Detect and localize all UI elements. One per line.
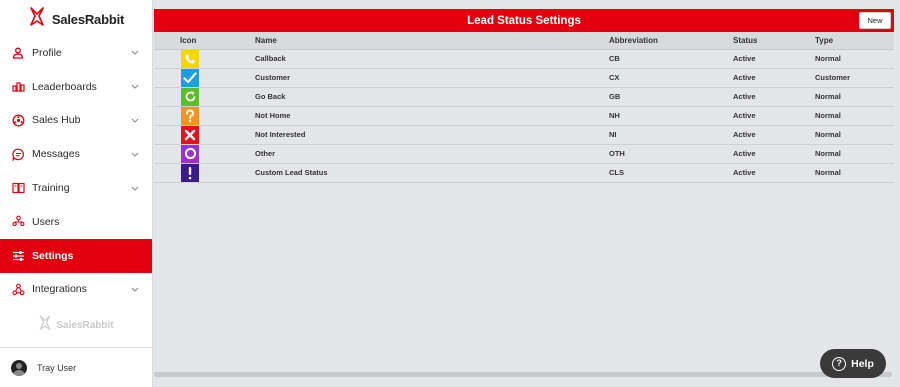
row-type: Normal: [786, 144, 894, 164]
table-row[interactable]: Other OTH Active Normal: [154, 144, 894, 164]
table-header-row: Icon Name Abbreviation Status Type: [154, 32, 894, 50]
sidebar-item-label: Sales Hub: [32, 114, 81, 127]
message-icon: [11, 147, 25, 161]
sidebar-item-training[interactable]: Training: [0, 171, 152, 205]
footer-logo-text: SalesRabbit: [56, 319, 114, 331]
brand-logo[interactable]: SalesRabbit: [0, 0, 152, 36]
title-bar: Lead Status Settings New: [154, 9, 894, 32]
brand-name: SalesRabbit: [51, 11, 125, 27]
footer-logo: SalesRabbit: [0, 306, 152, 344]
row-type: Normal: [786, 125, 894, 145]
lead-status-table: Icon Name Abbreviation Status Type Callb…: [154, 32, 894, 183]
sidebar-item-label: Settings: [32, 249, 74, 262]
row-abbreviation: CB: [581, 49, 705, 69]
chevron-down-icon: [130, 284, 140, 294]
chevron-down-icon: [130, 115, 140, 125]
sidebar-item-label: Users: [32, 215, 60, 228]
row-abbreviation: CLS: [581, 163, 705, 183]
checkmark-icon: [181, 68, 199, 87]
rabbit-logo-icon: [38, 315, 52, 336]
row-status: Active: [705, 49, 786, 69]
row-name: Not Interested: [226, 125, 581, 145]
integrations-icon: [11, 282, 25, 296]
row-name: Callback: [226, 49, 581, 69]
sidebar-item-label: Leaderboards: [32, 80, 97, 93]
users-icon: [11, 215, 25, 229]
training-icon: [11, 181, 25, 195]
question-mark-icon: [181, 106, 199, 125]
table-row[interactable]: Customer CX Active Customer: [154, 68, 894, 88]
row-type: Customer: [786, 68, 894, 88]
sidebar-item-messages[interactable]: Messages: [0, 137, 152, 171]
column-header-status[interactable]: Status: [705, 32, 786, 50]
refresh-icon: [181, 87, 199, 106]
chevron-down-icon: [130, 183, 140, 193]
row-abbreviation: NI: [581, 125, 705, 145]
avatar: [11, 359, 27, 376]
column-header-abbreviation[interactable]: Abbreviation: [581, 32, 705, 50]
row-abbreviation: NH: [581, 106, 705, 126]
table-row[interactable]: Go Back GB Active Normal: [154, 87, 894, 107]
sidebar: SalesRabbit Profile Leaderboards Sales H…: [0, 0, 153, 387]
new-button[interactable]: New: [859, 12, 891, 29]
settings-sliders-icon: [11, 249, 25, 263]
exclamation-icon: [181, 163, 199, 182]
x-icon: [181, 125, 199, 144]
sidebar-nav: Profile Leaderboards Sales Hub Messages: [0, 36, 152, 306]
table-row[interactable]: Not Interested NI Active Normal: [154, 125, 894, 145]
sidebar-item-users[interactable]: Users: [0, 205, 152, 239]
row-name: Customer: [226, 68, 581, 88]
sidebar-item-sales-hub[interactable]: Sales Hub: [0, 104, 152, 138]
row-abbreviation: CX: [581, 68, 705, 88]
main-content: Lead Status Settings New Icon Name Abbre…: [154, 9, 894, 379]
row-status: Active: [705, 125, 786, 145]
row-name: Not Home: [226, 106, 581, 126]
table-row[interactable]: Custom Lead Status CLS Active Normal: [154, 163, 894, 183]
chevron-down-icon: [130, 48, 140, 58]
row-status: Active: [705, 87, 786, 107]
row-name: Other: [226, 144, 581, 164]
row-status: Active: [705, 106, 786, 126]
question-circle-icon: ?: [832, 356, 847, 371]
page-title: Lead Status Settings: [467, 14, 581, 27]
row-type: Normal: [786, 87, 894, 107]
row-abbreviation: OTH: [581, 144, 705, 164]
help-button[interactable]: ? Help: [820, 349, 886, 378]
sidebar-item-profile[interactable]: Profile: [0, 36, 152, 70]
column-header-name[interactable]: Name: [226, 32, 581, 50]
row-status: Active: [705, 144, 786, 164]
chevron-down-icon: [130, 149, 140, 159]
sidebar-item-integrations[interactable]: Integrations: [0, 273, 152, 307]
user-name: Tray User: [37, 362, 77, 373]
row-type: Normal: [786, 49, 894, 69]
help-label: Help: [851, 357, 874, 370]
column-header-type[interactable]: Type: [786, 32, 894, 50]
rabbit-logo-icon: [28, 6, 46, 32]
user-icon: [11, 46, 25, 60]
leaderboard-icon: [11, 80, 25, 94]
phone-icon: [181, 49, 199, 68]
sidebar-item-settings[interactable]: Settings: [0, 238, 152, 273]
table-row[interactable]: Not Home NH Active Normal: [154, 106, 894, 126]
chevron-down-icon: [130, 82, 140, 92]
sidebar-item-label: Training: [32, 182, 70, 195]
sidebar-item-label: Integrations: [32, 283, 87, 296]
sales-hub-icon: [11, 113, 25, 127]
circle-icon: [181, 144, 199, 163]
user-menu[interactable]: Tray User: [0, 347, 153, 387]
table-row[interactable]: Callback CB Active Normal: [154, 49, 894, 69]
row-name: Go Back: [226, 87, 581, 107]
sidebar-item-leaderboards[interactable]: Leaderboards: [0, 70, 152, 104]
row-status: Active: [705, 163, 786, 183]
column-header-icon[interactable]: Icon: [154, 32, 226, 50]
horizontal-scrollbar[interactable]: [154, 372, 892, 377]
row-abbreviation: GB: [581, 87, 705, 107]
sidebar-item-label: Messages: [32, 148, 80, 161]
row-type: Normal: [786, 163, 894, 183]
sidebar-item-label: Profile: [32, 46, 62, 59]
row-name: Custom Lead Status: [226, 163, 581, 183]
row-type: Normal: [786, 106, 894, 126]
row-status: Active: [705, 68, 786, 88]
